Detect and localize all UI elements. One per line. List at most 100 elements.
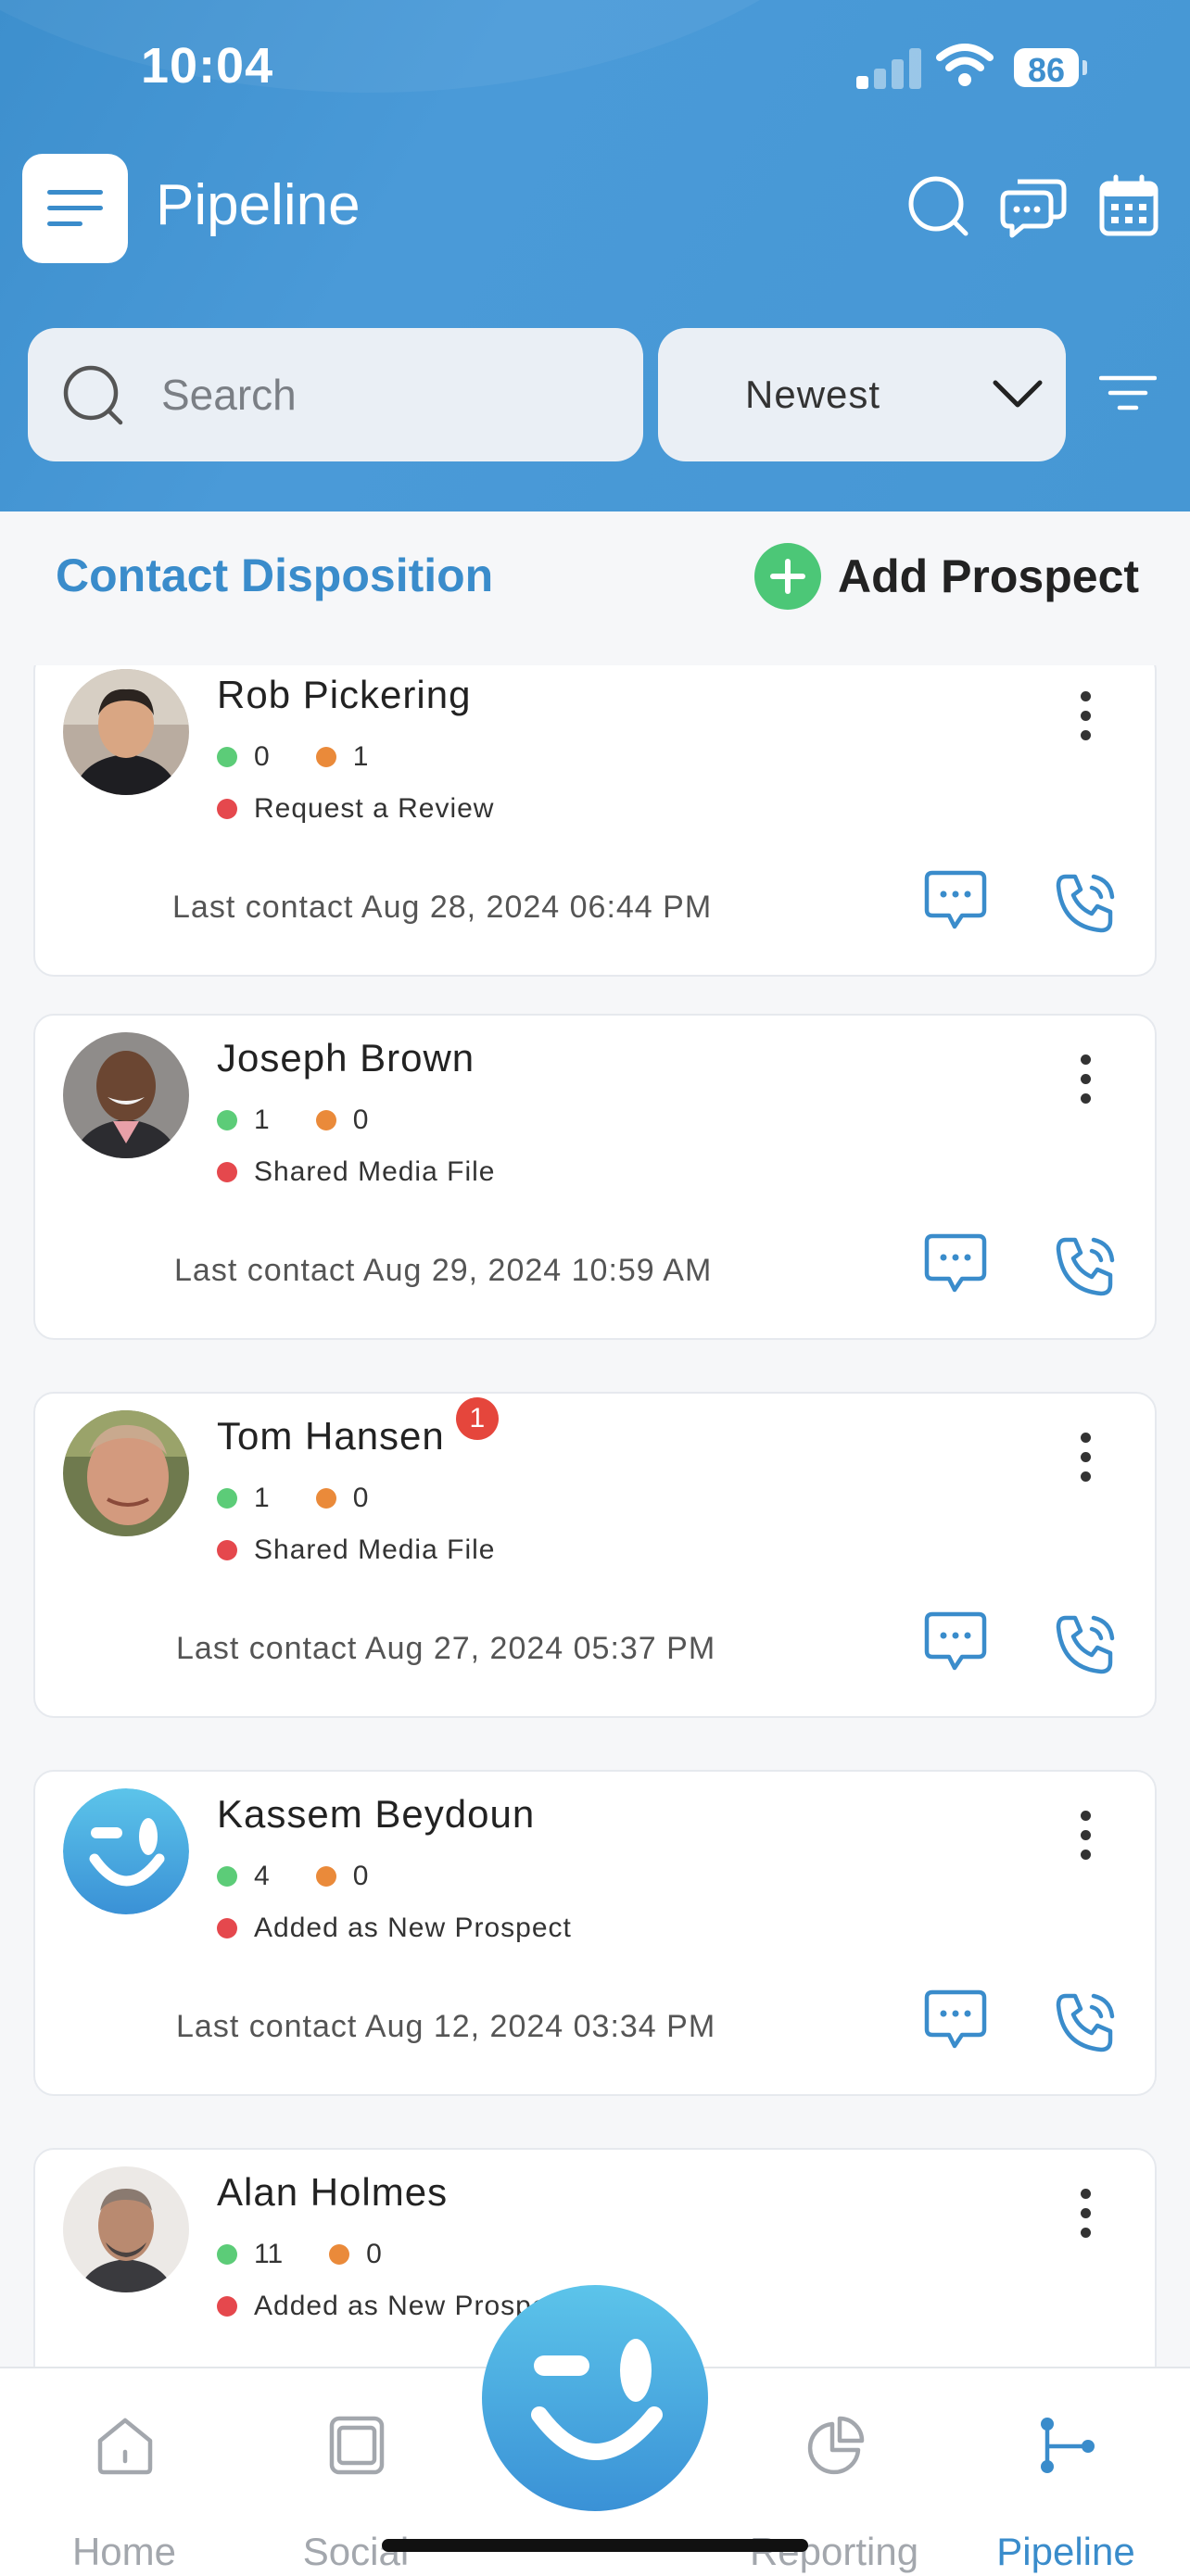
orange-status-dot [315,747,336,767]
tab-pipeline[interactable]: Pipeline [955,2368,1177,2576]
chevron-down-icon [993,380,1043,408]
contact-name: Joseph Brown [217,1036,475,1080]
filter-icon[interactable] [1099,373,1157,415]
section-bar: Contact Disposition Add Prospect [0,511,1190,667]
avatar [63,2166,189,2292]
green-status-dot [217,1866,237,1887]
more-options-icon[interactable] [1079,2189,1094,2247]
orange-count: 1 [352,741,369,772]
home-icon [97,2418,153,2475]
orange-count: 0 [366,2239,382,2269]
default-avatar-icon [63,1788,189,1914]
cellular-signal-icon [856,46,921,89]
sort-dropdown[interactable]: Newest [658,328,1066,461]
hamburger-menu-icon [47,190,103,226]
contact-card[interactable]: Kassem Beydoun 4 0 Added as New Prospect… [33,1770,1157,2096]
menu-button[interactable] [22,154,128,263]
contact-counts: 0 1 [217,741,368,773]
add-icon [754,543,821,610]
avatar [63,1032,189,1158]
green-count: 1 [254,1483,270,1513]
phone-call-icon[interactable] [1053,1990,1118,2055]
green-status-dot [217,1110,237,1130]
contact-disposition: Added as New Prospect [217,1913,572,1944]
smiley-logo-icon [531,2339,663,2460]
contact-disposition-link[interactable]: Contact Disposition [56,549,493,602]
message-icon[interactable] [923,869,988,934]
orange-count: 0 [352,1105,369,1135]
orange-status-dot [315,1110,336,1130]
add-prospect-button[interactable]: Add Prospect [754,539,1139,613]
tab-home[interactable]: Home [13,2368,235,2576]
contact-card[interactable]: Tom Hansen 1 1 0 Shared Media File Last c… [33,1392,1157,1718]
contact-card[interactable]: Rob Pickering 0 1 Request a Review Last … [33,665,1157,977]
more-options-icon[interactable] [1079,691,1094,750]
sort-selected-value: Newest [745,373,881,416]
contact-disposition: Shared Media File [217,1156,495,1188]
contact-name: Rob Pickering [217,673,472,716]
add-prospect-label: Add Prospect [838,550,1140,602]
green-count: 1 [254,1105,270,1135]
assistant-fab-button[interactable] [482,2285,708,2511]
last-contact: Last contact Aug 12, 2024 03:34 PM [176,2009,716,2044]
more-options-icon[interactable] [1079,1433,1094,1491]
avatar [63,1410,189,1536]
wifi-icon [936,44,994,86]
last-contact: Last contact Aug 29, 2024 10:59 AM [174,1253,713,1288]
green-status-dot [217,1488,237,1509]
contact-name: Tom Hansen 1 [217,1397,499,1458]
red-status-dot [217,1918,237,1938]
battery-level: 86 [1027,51,1066,89]
tab-label: Social [302,2530,410,2573]
orange-count: 0 [352,1483,369,1513]
tab-label: Pipeline [996,2530,1135,2573]
orange-status-dot [329,2244,350,2265]
calendar-icon[interactable] [1099,174,1158,237]
search-input[interactable] [161,361,606,428]
search-icon [63,365,123,425]
message-icon[interactable] [923,1232,988,1297]
red-status-dot [217,2296,237,2317]
social-icon [329,2416,385,2475]
red-status-dot [217,1540,237,1560]
last-contact: Last contact Aug 28, 2024 06:44 PM [172,890,713,925]
orange-count: 0 [352,1861,369,1891]
pie-chart-icon [807,2416,865,2475]
contact-counts: 4 0 [217,1861,368,1892]
tab-label: Home [71,2530,177,2573]
green-status-dot [217,747,237,767]
message-icon[interactable] [923,1610,988,1675]
battery-icon: 86 [1014,48,1087,89]
red-status-dot [217,1162,237,1182]
orange-status-dot [315,1866,336,1887]
last-contact: Last contact Aug 27, 2024 05:37 PM [176,1631,716,1666]
phone-call-icon[interactable] [1053,1612,1118,1677]
more-options-icon[interactable] [1079,1811,1094,1869]
message-icon[interactable] [923,1989,988,2053]
more-options-icon[interactable] [1079,1054,1094,1113]
phone-call-icon[interactable] [1053,1234,1118,1299]
green-count: 0 [254,741,270,772]
search-field[interactable] [28,328,643,461]
chat-bubbles-icon[interactable] [999,174,1068,239]
app-header: 10:04 86 Pipeline Search Newest [0,0,1190,511]
orange-status-dot [315,1488,336,1509]
search-icon[interactable] [906,174,971,239]
contact-counts: 11 0 [217,2239,382,2270]
avatar [63,1788,189,1914]
page-title: Pipeline [156,173,361,237]
pipeline-icon [1041,2418,1095,2473]
status-time: 10:04 [141,38,274,94]
tab-label: Reporting [749,2530,919,2573]
unread-badge: 1 [455,1397,499,1440]
contact-list[interactable]: Rob Pickering 0 1 Request a Review Last … [0,665,1190,2367]
home-indicator [382,2539,808,2552]
contact-card[interactable]: Joseph Brown 1 0 Shared Media File Last … [33,1014,1157,1340]
contact-counts: 1 0 [217,1105,368,1136]
contact-name: Kassem Beydoun [217,1792,536,1836]
contact-name: Alan Holmes [217,2170,449,2214]
phone-call-icon[interactable] [1053,871,1118,936]
green-status-dot [217,2244,237,2265]
green-count: 4 [254,1861,270,1891]
contact-disposition: Request a Review [217,793,494,825]
